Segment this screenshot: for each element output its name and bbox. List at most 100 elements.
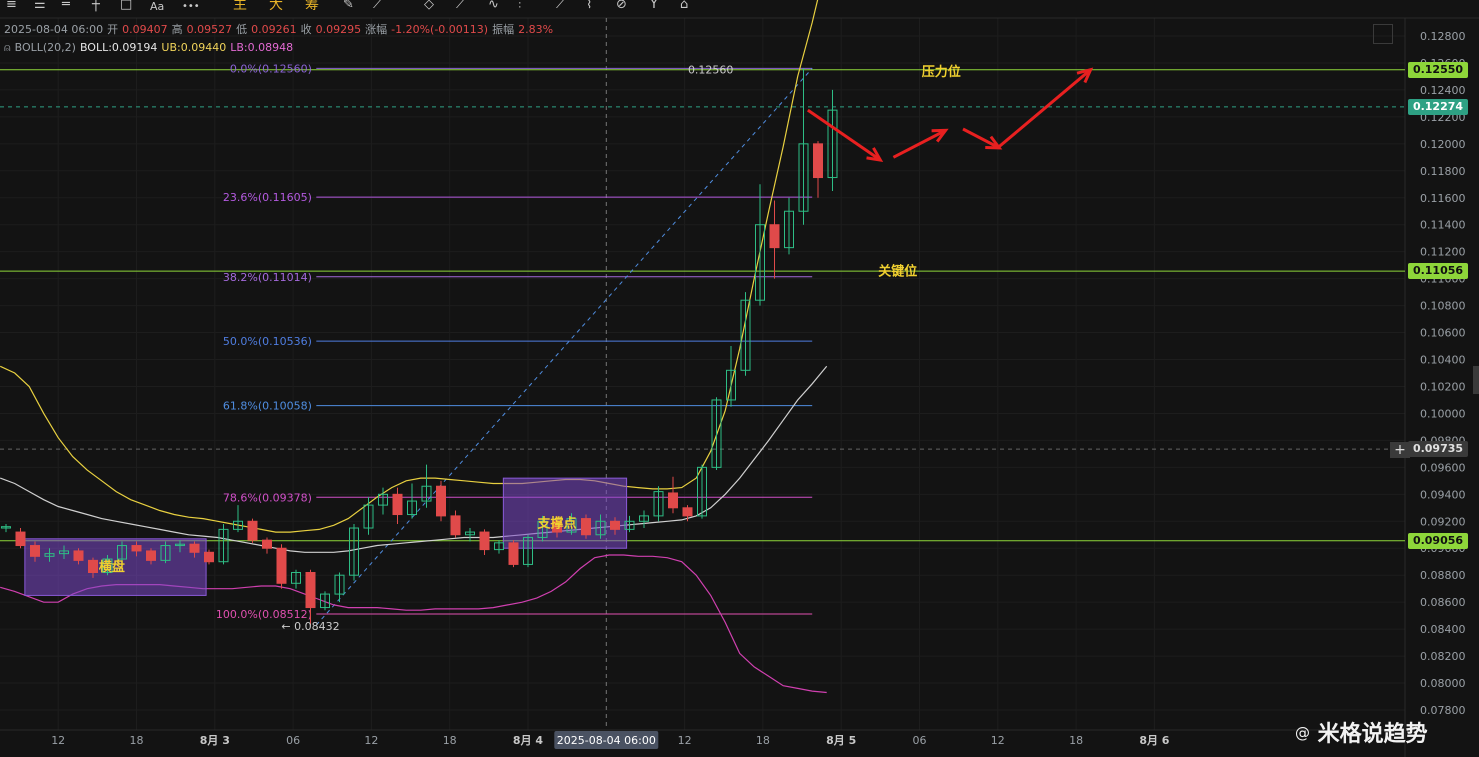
time-tick: 18: [756, 734, 770, 747]
tab-main[interactable]: 主: [233, 0, 247, 13]
zoom-icon[interactable]: [1373, 24, 1393, 44]
fork-icon[interactable]: Y: [650, 0, 658, 13]
change-value: -1.20%(-0.00113): [391, 23, 489, 36]
time-tick: 8月 5: [826, 734, 856, 747]
price-tick: 0.11600: [1420, 192, 1466, 205]
candle-body: [189, 543, 200, 553]
watermark: @ 米格说趋势: [1295, 716, 1428, 748]
fib-level-label: 78.6%(0.09378): [223, 491, 312, 504]
candle-body: [160, 545, 171, 561]
lb-value: LB:0.08948: [230, 41, 294, 54]
watermark-at: @: [1295, 724, 1310, 742]
candle-body: [682, 507, 693, 517]
candle-body: [1, 526, 11, 529]
price-tick: 0.11800: [1420, 165, 1466, 178]
ray-icon[interactable]: ⫶: [518, 0, 521, 13]
candle-body: [595, 520, 606, 536]
line-icon[interactable]: ═: [62, 0, 70, 13]
ruler-icon[interactable]: ⟋: [373, 0, 382, 13]
time-tick: 18: [1069, 734, 1083, 747]
high-label: 高: [171, 23, 183, 36]
candle-body: [44, 553, 55, 557]
more-icon[interactable]: •••: [182, 0, 200, 15]
candle-body: [15, 531, 26, 547]
boll-info: ⍝ BOLL(20,2) BOLL:0.09194 UB:0.09440 LB:0.08…: [4, 41, 297, 54]
candle-body: [117, 545, 127, 560]
drawing-toolbar: ≡ ☰ ═ ┼ □ Aa ••• 主 大 筹 ✎ ⟋ ◇ ⟋ ∿ ⫶ ⟋ ⌇ ⊘…: [0, 0, 700, 14]
list-icon[interactable]: ☰: [34, 0, 46, 13]
price-tick: 0.10000: [1420, 407, 1466, 420]
candle-body: [131, 545, 142, 552]
rectangle-icon[interactable]: □: [120, 0, 132, 13]
boll-name[interactable]: BOLL(20,2): [15, 41, 76, 54]
tab-big[interactable]: 大: [269, 0, 283, 13]
tab-chips[interactable]: 筹: [305, 0, 319, 13]
candle-body: [262, 539, 272, 549]
price-tick: 0.12000: [1420, 138, 1466, 151]
ohlc-info: 2025-08-04 06:00 开 0.09407 高 0.09527 低 0.09261…: [4, 23, 557, 36]
collapse-handle[interactable]: [1473, 366, 1479, 394]
price-tick: 0.08000: [1420, 677, 1466, 690]
price-badge: 0.11056: [1408, 263, 1468, 280]
candle-body: [610, 520, 620, 530]
price-axis: 0.128000.126000.124000.122000.120000.118…: [1420, 30, 1466, 717]
crosshair-time-label: 2025-08-04 06:00: [557, 734, 656, 747]
time-tick: 12: [678, 734, 692, 747]
watermark-text: 米格说趋势: [1317, 722, 1428, 747]
open-value: 0.09407: [122, 23, 168, 36]
candle-body: [581, 518, 591, 536]
candle-body: [334, 574, 345, 595]
time-tick: 12: [51, 734, 65, 747]
shape-icon[interactable]: ∿: [488, 0, 499, 13]
time-tick: 12: [364, 734, 378, 747]
candle-body: [711, 399, 722, 468]
candle-body: [624, 520, 635, 530]
eraser-icon[interactable]: ⊘: [616, 0, 627, 13]
text-icon[interactable]: Aa: [150, 0, 164, 15]
menu-icon[interactable]: ≡: [6, 0, 17, 13]
candle-body: [697, 466, 707, 517]
chart-stage[interactable]: 0.0%(0.12560) 23.6%(0.11605) 38.2%(0.11014…: [0, 0, 1479, 757]
candle-body: [769, 224, 780, 249]
low-label: 低: [236, 23, 248, 36]
fib-level-label: 50.0%(0.10536): [223, 335, 312, 348]
price-badge: 0.12274: [1408, 98, 1468, 115]
pencil-icon[interactable]: ✎: [343, 0, 354, 13]
candle-body: [653, 491, 664, 517]
time-tick: 8月 3: [200, 734, 230, 747]
range-box: [502, 477, 628, 549]
grid: [0, 17, 1479, 757]
price-badge: 0.12550: [1408, 61, 1468, 78]
time-tick: 12: [991, 734, 1005, 747]
candle-body: [59, 550, 69, 555]
price-chart[interactable]: 0.0%(0.12560) 23.6%(0.11605) 38.2%(0.11014…: [0, 0, 1479, 757]
boll-upper-band: [0, 0, 819, 533]
candle-body: [726, 369, 736, 401]
fib-level-label: 38.2%(0.11014): [223, 271, 312, 284]
candle-body: [204, 551, 214, 563]
price-tick: 0.12400: [1420, 84, 1466, 97]
candle-body: [88, 559, 98, 574]
time-axis: 12 18 8月 3 06 12 18 8月 4 12 18 8月 5 06 12 18 8月 6 2025…: [51, 731, 1170, 749]
time-tick: 18: [443, 734, 457, 747]
chart-annotation: 0.12560: [688, 63, 734, 76]
projection-arrows: [806, 67, 1094, 162]
trend-arrow: [998, 68, 1092, 148]
trash-icon[interactable]: ⌇: [586, 0, 592, 13]
candle-body: [392, 493, 403, 516]
line-icon[interactable]: ┼: [92, 0, 100, 13]
brush-icon[interactable]: ⟋: [456, 0, 465, 13]
candle-body: [305, 572, 316, 609]
candle-body: [247, 520, 258, 541]
close-value: 0.09295: [315, 23, 362, 36]
add-alert-button[interactable]: +: [1390, 442, 1410, 458]
draw-icon[interactable]: ◇: [424, 0, 434, 13]
candle-body: [218, 528, 229, 563]
candle-body: [146, 550, 156, 561]
fork-icon[interactable]: ⟋: [556, 0, 565, 13]
chart-annotation: ← 0.08432: [281, 620, 339, 633]
trash-icon[interactable]: ⌂: [680, 0, 688, 13]
candle-body: [755, 224, 765, 301]
bell-icon[interactable]: ⍝: [4, 41, 11, 54]
fib-level-label: 100.0%(0.08512): [216, 608, 312, 621]
